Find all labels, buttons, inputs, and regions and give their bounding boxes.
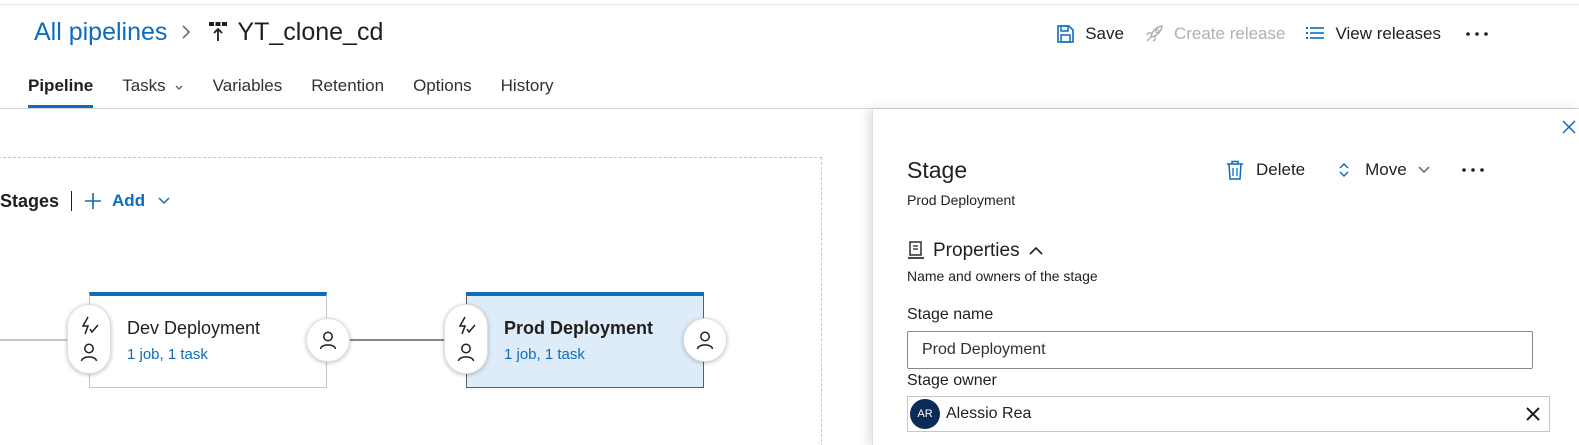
tab-tasks-label: Tasks <box>122 76 166 95</box>
trash-icon <box>1226 160 1244 180</box>
plus-icon <box>84 192 102 210</box>
delete-label: Delete <box>1256 160 1306 179</box>
stage-card-prod-deployment[interactable]: Prod Deployment 1 job, 1 task <box>466 292 704 388</box>
view-releases-label: View releases <box>1335 24 1441 43</box>
chevron-down-icon <box>174 83 184 93</box>
save-icon <box>1055 24 1075 44</box>
tab-retention[interactable]: Retention <box>311 72 384 108</box>
stage-name: Prod Deployment <box>504 318 654 338</box>
person-icon <box>79 342 99 362</box>
stage-name: Dev Deployment <box>127 318 261 338</box>
avatar: AR <box>910 399 940 429</box>
more-icon[interactable] <box>1461 20 1493 48</box>
panel-subtitle: Prod Deployment <box>907 192 1016 208</box>
artifact-connector <box>0 339 68 341</box>
stage-connector <box>349 339 445 341</box>
pipeline-canvas: Stages Add Dev Deployment 1 job, 1 task <box>0 109 872 445</box>
section-description: Name and owners of the stage <box>907 268 1098 284</box>
view-releases-button[interactable]: View releases <box>1305 24 1441 44</box>
person-icon <box>456 342 476 362</box>
trigger-icon <box>456 316 476 336</box>
tab-variables[interactable]: Variables <box>213 72 283 108</box>
add-stage-button[interactable]: Add <box>84 191 171 211</box>
tab-tasks[interactable]: Tasks <box>122 72 183 108</box>
add-label: Add <box>112 191 146 210</box>
trigger-icon <box>79 316 99 336</box>
section-title: Properties <box>933 240 1020 261</box>
stage-properties-panel: Stage Prod Deployment Delete Move Proper… <box>872 109 1579 445</box>
save-button[interactable]: Save <box>1055 24 1124 44</box>
stage-tasks-link[interactable]: 1 job, 1 task <box>504 346 585 363</box>
chevron-up-icon <box>1028 243 1044 259</box>
chevron-down-icon <box>1417 163 1431 177</box>
move-stage-button[interactable]: Move <box>1335 160 1431 180</box>
person-icon <box>695 330 715 350</box>
create-release-button[interactable]: Create release <box>1144 24 1286 44</box>
pipeline-title: YT_clone_cd <box>237 17 384 46</box>
stage-tasks-link[interactable]: 1 job, 1 task <box>127 346 208 363</box>
tab-bar: Pipeline Tasks Variables Retention Optio… <box>28 72 583 108</box>
list-icon <box>1305 24 1325 44</box>
panel-actions: Delete Move <box>1226 158 1487 182</box>
create-release-label: Create release <box>1173 24 1286 43</box>
save-label: Save <box>1085 24 1124 43</box>
delete-stage-button[interactable]: Delete <box>1226 160 1305 180</box>
post-deployment-conditions[interactable] <box>683 318 727 362</box>
stage-owner-picker[interactable]: AR Alessio Rea <box>907 396 1550 432</box>
chevron-right-icon <box>179 25 193 39</box>
release-pipeline-icon <box>207 20 229 44</box>
command-bar: Save Create release View releases <box>1055 20 1579 48</box>
stage-card-dev-deployment[interactable]: Dev Deployment 1 job, 1 task <box>89 292 327 388</box>
stage-name-label: Stage name <box>907 306 994 323</box>
chevron-down-icon <box>157 194 171 208</box>
properties-icon <box>907 241 925 261</box>
close-icon[interactable] <box>1561 119 1577 135</box>
post-deployment-conditions[interactable] <box>306 318 350 362</box>
pre-deployment-conditions[interactable] <box>67 304 111 374</box>
top-border <box>0 4 1579 5</box>
more-icon[interactable] <box>1459 160 1487 180</box>
pre-deployment-conditions[interactable] <box>444 304 488 374</box>
rocket-icon <box>1144 24 1164 44</box>
stages-divider <box>71 191 73 211</box>
tab-options[interactable]: Options <box>413 72 472 108</box>
stage-name-input[interactable] <box>907 331 1533 369</box>
breadcrumb: All pipelines YT_clone_cd <box>34 16 383 48</box>
tab-history[interactable]: History <box>501 72 554 108</box>
properties-section-toggle[interactable]: Properties <box>907 238 1044 264</box>
tab-pipeline[interactable]: Pipeline <box>28 72 94 108</box>
close-icon[interactable] <box>1525 406 1541 422</box>
all-pipelines-link[interactable]: All pipelines <box>34 18 167 47</box>
panel-title: Stage <box>907 157 968 183</box>
person-icon <box>318 330 338 350</box>
up-down-chevron-icon <box>1335 160 1353 180</box>
stage-owner-label: Stage owner <box>907 372 997 389</box>
stages-label: Stages <box>0 190 60 211</box>
stages-header: Stages Add <box>0 189 171 213</box>
owner-name: Alessio Rea <box>946 405 1032 422</box>
move-label: Move <box>1365 160 1407 179</box>
